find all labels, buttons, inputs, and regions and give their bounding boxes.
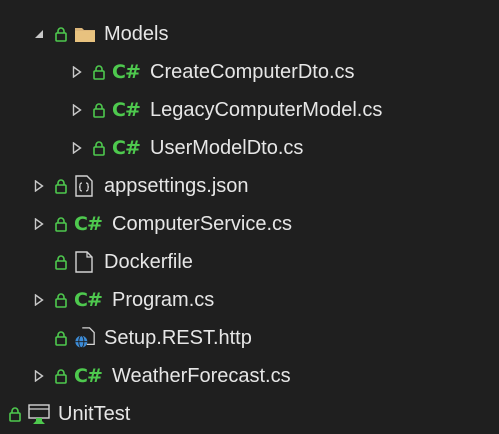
tree-item-program[interactable]: C# Program.cs <box>0 281 499 319</box>
test-project-icon <box>28 403 50 425</box>
tree-item-legacy-computer-model[interactable]: C# LegacyComputerModel.cs <box>0 91 499 129</box>
tree-item-label: CreateComputerDto.cs <box>150 61 355 83</box>
collapsed-arrow-icon[interactable] <box>32 366 46 386</box>
lock-icon <box>92 100 106 120</box>
tree-item-label: UserModelDto.cs <box>150 137 304 159</box>
lock-icon <box>54 252 68 272</box>
folder-icon <box>74 23 96 45</box>
csharp-file-icon: C# <box>74 364 103 387</box>
tree-item-computer-service[interactable]: C# ComputerService.cs <box>0 205 499 243</box>
lock-icon <box>54 24 68 44</box>
collapsed-arrow-icon[interactable] <box>70 138 84 158</box>
tree-item-setup-rest-http[interactable]: Setup.REST.http <box>0 319 499 357</box>
csharp-file-icon: C# <box>112 60 141 83</box>
tree-item-user-model-dto[interactable]: C# UserModelDto.cs <box>0 129 499 167</box>
csharp-file-icon: C# <box>112 136 141 159</box>
lock-icon <box>54 214 68 234</box>
tree-item-unittest-project[interactable]: UnitTest <box>0 395 499 433</box>
tree-item-label: Program.cs <box>112 289 215 311</box>
tree-item-label: WeatherForecast.cs <box>112 365 291 387</box>
tree-item-create-computer-dto[interactable]: C# CreateComputerDto.cs <box>0 53 499 91</box>
csharp-file-icon: C# <box>74 288 103 311</box>
tree-item-label: LegacyComputerModel.cs <box>150 99 383 121</box>
lock-icon <box>54 290 68 310</box>
generic-file-icon <box>74 251 96 273</box>
csharp-file-icon: C# <box>74 212 103 235</box>
expanded-arrow-icon[interactable] <box>32 24 46 44</box>
tree-item-label: Dockerfile <box>104 251 193 273</box>
collapsed-arrow-icon[interactable] <box>32 214 46 234</box>
tree-item-label: ComputerService.cs <box>112 213 293 235</box>
tree-item-label: Setup.REST.http <box>104 327 252 349</box>
lock-icon <box>54 328 68 348</box>
csharp-file-icon: C# <box>112 98 141 121</box>
solution-explorer-tree: Models C# CreateComputerDto.cs C# Legacy… <box>0 0 499 434</box>
collapsed-arrow-icon[interactable] <box>70 62 84 82</box>
tree-item-label: Models <box>104 23 169 45</box>
json-file-icon <box>74 175 96 197</box>
collapsed-arrow-icon[interactable] <box>32 176 46 196</box>
lock-icon <box>54 176 68 196</box>
lock-icon <box>92 62 106 82</box>
lock-icon <box>54 366 68 386</box>
tree-item-label: appsettings.json <box>104 175 249 197</box>
tree-item-label: UnitTest <box>58 403 131 425</box>
tree-item-appsettings-json[interactable]: appsettings.json <box>0 167 499 205</box>
lock-icon <box>8 404 22 424</box>
http-file-icon <box>74 327 96 349</box>
lock-icon <box>92 138 106 158</box>
tree-item-models-folder[interactable]: Models <box>0 15 499 53</box>
tree-item-dockerfile[interactable]: Dockerfile <box>0 243 499 281</box>
collapsed-arrow-icon[interactable] <box>32 290 46 310</box>
tree-item-weather-forecast[interactable]: C# WeatherForecast.cs <box>0 357 499 395</box>
collapsed-arrow-icon[interactable] <box>70 100 84 120</box>
